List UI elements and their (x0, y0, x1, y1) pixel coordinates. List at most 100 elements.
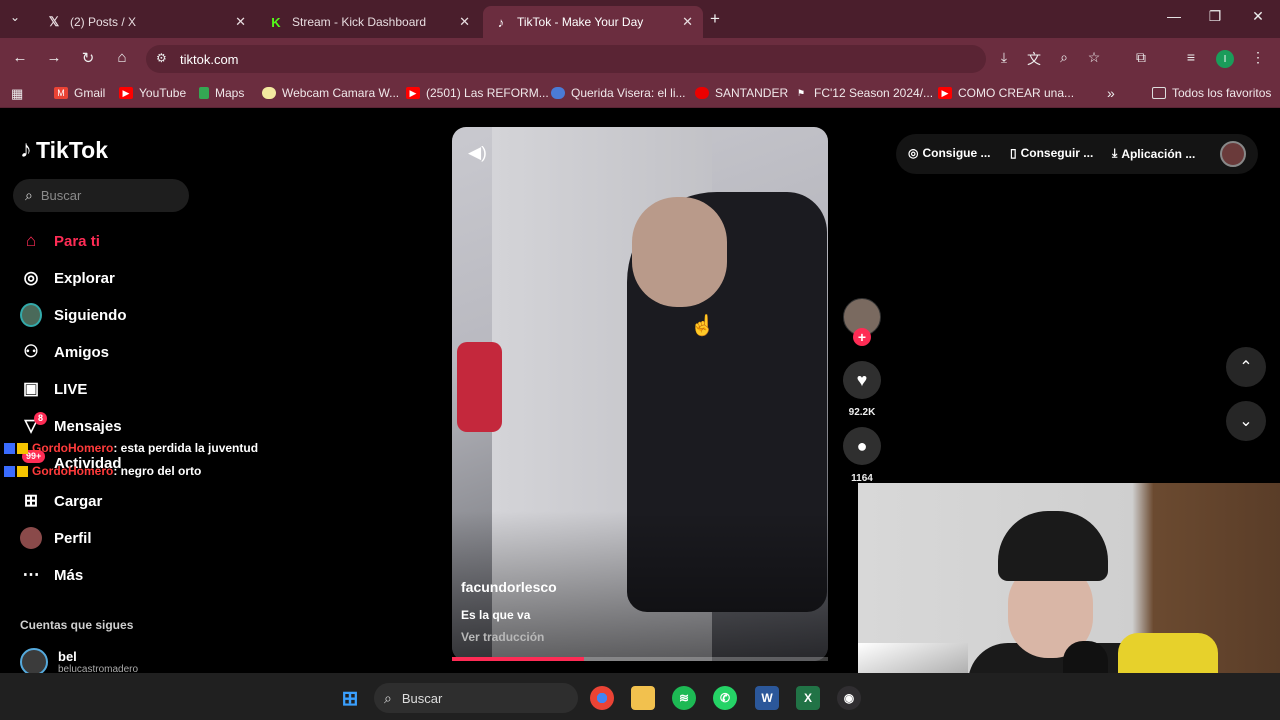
reload-icon[interactable]: ↻ (78, 49, 98, 67)
media-control-icon[interactable]: ≡ (1181, 49, 1201, 65)
translate-icon[interactable]: 文 (1024, 49, 1044, 69)
zoom-icon[interactable]: ⌕ (1054, 49, 1074, 66)
bookmark-santander[interactable]: SANTANDER (695, 86, 788, 100)
chat-username: GordoHomero (32, 464, 114, 478)
profile-avatar[interactable] (1220, 141, 1246, 167)
bookmark-gmail[interactable]: M Gmail (54, 86, 105, 100)
forward-icon[interactable]: → (44, 49, 64, 66)
nav-siguiendo[interactable]: Siguiendo (20, 303, 127, 327)
nav-label: Amigos (54, 343, 110, 361)
word-icon[interactable]: W (755, 686, 779, 710)
bookmark-label: Maps (215, 86, 245, 100)
extensions-icon[interactable]: ⧉ (1131, 49, 1151, 66)
bookmark-maps[interactable]: Maps (199, 86, 244, 100)
nav-perfil[interactable]: Perfil (20, 527, 92, 549)
site-info-icon[interactable]: ⚙ (156, 51, 167, 65)
url-field[interactable]: tiktok.com (146, 45, 986, 73)
chevron-up-icon: ⌃ (1239, 359, 1253, 376)
pill-label: Conseguir ... (1020, 146, 1094, 160)
url-text: tiktok.com (180, 51, 239, 67)
tab-search-chevron-icon[interactable]: ⌄ (10, 10, 20, 24)
new-tab-icon[interactable]: + (710, 9, 720, 29)
taskbar-search[interactable]: ⌕ Buscar (374, 683, 578, 713)
upload-icon: ⊞ (23, 491, 39, 510)
bookmark-como-crear[interactable]: ▶ COMO CREAR una... (938, 86, 1074, 100)
excel-icon[interactable]: X (796, 686, 820, 710)
live-icon: ▣ (22, 379, 40, 398)
bookmark-youtube[interactable]: ▶ YouTube (119, 86, 186, 100)
video-author[interactable]: facundorlesco (461, 579, 557, 595)
home-icon[interactable]: ⌂ (112, 49, 132, 66)
nav-amigos[interactable]: ⚇ Amigos (20, 341, 109, 363)
santander-icon (695, 87, 709, 99)
tiktok-logo[interactable]: ♪ TikTok (20, 136, 108, 164)
tab-tiktok[interactable]: ♪ TikTok - Make Your Day ✕ (483, 6, 703, 38)
video-frame-object (457, 342, 502, 432)
gmail-icon: M (54, 87, 68, 99)
translate-link[interactable]: Ver traducción (461, 630, 544, 644)
desktop-app-button[interactable]: ⤓ Aplicación ... (1112, 146, 1195, 161)
close-icon[interactable]: ✕ (682, 14, 693, 30)
whatsapp-icon[interactable]: ✆ (713, 686, 737, 710)
chrome-icon[interactable] (590, 686, 614, 710)
windows-start-icon[interactable]: ⊞ (338, 686, 362, 710)
search-placeholder: Buscar (40, 188, 82, 203)
nav-mas[interactable]: ⋯ Más (20, 564, 84, 586)
more-bookmarks-icon[interactable]: » (1107, 85, 1115, 101)
like-button[interactable]: ♥ (843, 361, 881, 399)
file-explorer-icon[interactable] (631, 686, 655, 710)
search-input[interactable]: ⌕ Buscar (13, 179, 189, 212)
search-icon: ⌕ (25, 187, 33, 203)
video-description: Es la que va (461, 608, 531, 622)
volume-icon[interactable]: ◀) (468, 143, 487, 163)
chat-badge-icon (4, 442, 15, 454)
bookmark-label: (2501) Las REFORM... (426, 86, 549, 100)
taskbar-search-label: Buscar (401, 690, 443, 706)
video-progress-bar[interactable] (452, 657, 828, 661)
profile-avatar-icon[interactable]: I (1216, 50, 1234, 68)
previous-video-button[interactable]: ⌃ (1226, 347, 1266, 387)
tab-tiktok-label: TikTok - Make Your Day (517, 15, 644, 29)
bookmark-reformas[interactable]: ▶ (2501) Las REFORM... (406, 86, 549, 100)
comment-button[interactable]: ● (843, 427, 881, 465)
nav-label: Siguiendo (54, 306, 127, 324)
nav-label: Explorar (54, 269, 115, 287)
get-coins-button[interactable]: ◎ Consigue ... (908, 146, 991, 160)
pill-label: Consigue ... (922, 146, 991, 160)
obs-icon[interactable]: ◉ (837, 686, 861, 710)
close-icon[interactable]: ✕ (459, 14, 470, 30)
close-icon[interactable]: ✕ (235, 14, 246, 30)
nav-explorar[interactable]: ◎ Explorar (20, 267, 115, 289)
following-section-title: Cuentas que sigues (20, 618, 134, 632)
nav-live[interactable]: ▣ LIVE (20, 378, 87, 400)
all-bookmarks-folder[interactable]: Todos los favoritos (1152, 86, 1271, 100)
tab-x[interactable]: 𝕏 (2) Posts / X ✕ (36, 6, 256, 38)
youtube-icon: ▶ (938, 87, 952, 99)
chat-message: GordoHomero : negro del orto (4, 464, 201, 478)
bookmark-visera[interactable]: Querida Visera: el li... (551, 86, 686, 100)
all-bookmarks-label: Todos los favoritos (1172, 86, 1272, 100)
following-account[interactable]: bel belucastromadero (20, 648, 138, 676)
bookmark-webcam[interactable]: Webcam Camara W... (262, 86, 399, 100)
menu-dots-icon[interactable]: ⋮ (1248, 49, 1268, 66)
friends-icon: ⚇ (23, 342, 39, 361)
apps-grid-icon[interactable]: ▦ (11, 86, 23, 102)
spotify-icon[interactable]: ≋ (672, 686, 696, 710)
install-app-icon[interactable]: ⤓ (994, 49, 1014, 66)
chat-badge-icon (17, 465, 28, 477)
nav-para-ti[interactable]: ⌂ Para ti (20, 230, 100, 252)
bookmark-label: Webcam Camara W... (282, 86, 400, 100)
back-icon[interactable]: ← (10, 49, 30, 66)
get-app-button[interactable]: ▯ Conseguir ... (1010, 146, 1093, 160)
bookmark-star-icon[interactable]: ☆ (1084, 49, 1104, 66)
chat-text: : negro del orto (113, 464, 202, 478)
nav-cargar[interactable]: ⊞ Cargar (20, 490, 102, 512)
bookmark-fc12[interactable]: ⚑ FC'12 Season 2024/... (794, 86, 933, 100)
minimize-icon[interactable]: — (1164, 8, 1184, 24)
next-video-button[interactable]: ⌄ (1226, 401, 1266, 441)
restore-icon[interactable]: ❐ (1205, 8, 1225, 25)
tab-kick[interactable]: K Stream - Kick Dashboard ✕ (258, 6, 480, 38)
window-close-icon[interactable]: ✕ (1248, 8, 1268, 25)
follow-plus-icon[interactable]: + (853, 328, 871, 346)
tiktok-logo-text: TikTok (36, 136, 108, 163)
